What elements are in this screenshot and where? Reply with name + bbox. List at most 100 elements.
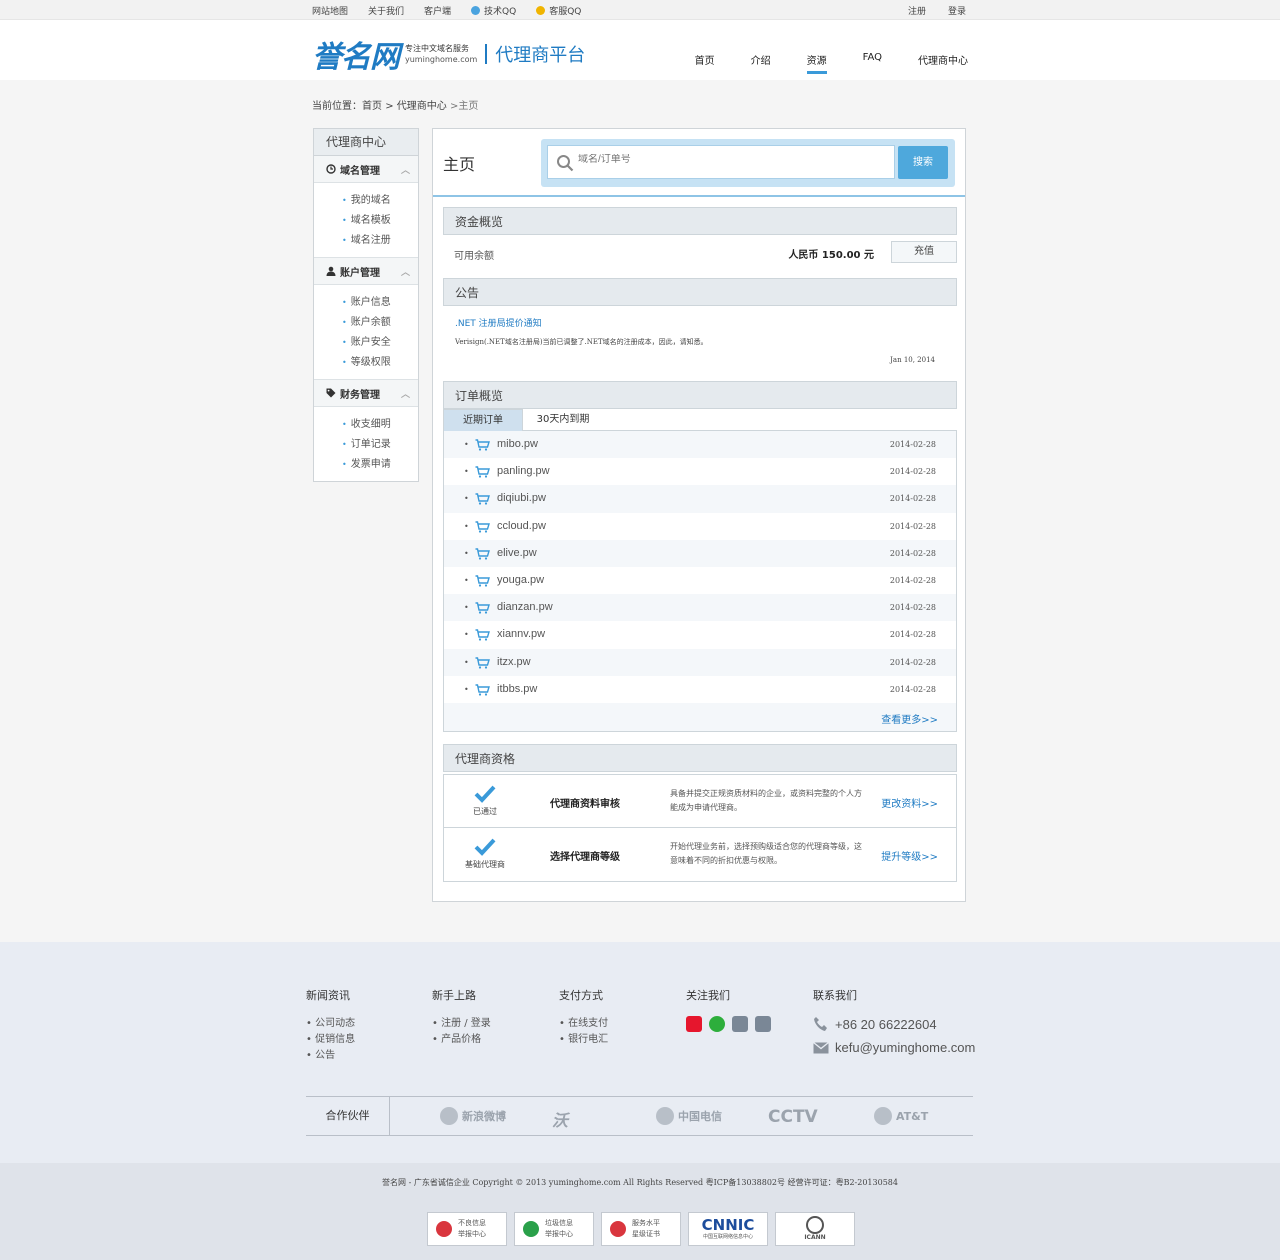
partner-sina-weibo[interactable]: 新浪微博 xyxy=(440,1107,506,1125)
recharge-button[interactable]: 充值 xyxy=(891,241,957,263)
qq-icon xyxy=(471,5,481,15)
footer-link[interactable]: 产品价格 xyxy=(432,1032,491,1048)
sidebar-item-domain-register[interactable]: 域名注册 xyxy=(342,231,418,251)
sidebar-item-my-domains[interactable]: 我的域名 xyxy=(342,191,418,211)
breadcrumb-center[interactable]: 代理商中心 xyxy=(397,101,447,112)
slogan: 专注中文域名服务 yuminghome.com xyxy=(405,44,478,64)
nav-resources[interactable]: 资源 xyxy=(806,52,827,74)
sidebar-item-account-info[interactable]: 账户信息 xyxy=(342,293,418,313)
order-domain[interactable]: xiannv.pw xyxy=(497,628,545,640)
order-row[interactable]: • xiannv.pw 2014-02-28 xyxy=(444,621,956,648)
about-link[interactable]: 关于我们 xyxy=(368,4,404,17)
sidebar-item-account-balance[interactable]: 账户余额 xyxy=(342,313,418,333)
order-row[interactable]: • dianzan.pw 2014-02-28 xyxy=(444,594,956,622)
sidebar-item-domain-template[interactable]: 域名模板 xyxy=(342,211,418,231)
order-row[interactable]: • youga.pw 2014-02-28 xyxy=(444,567,956,594)
bullet: • xyxy=(464,521,469,531)
order-domain[interactable]: mibo.pw xyxy=(497,438,538,450)
edit-info-link[interactable]: 更改资料>> xyxy=(881,795,938,810)
weibo-icon[interactable] xyxy=(686,1016,702,1032)
qualification-desc: 开始代理业务前，选择预购级适合您的代理商等级，这意味着不同的折扣优惠与权限。 xyxy=(670,842,862,865)
order-domain[interactable]: dianzan.pw xyxy=(497,601,553,613)
qualification-title: 代理商资格 xyxy=(443,744,957,772)
footer-link[interactable]: 银行电汇 xyxy=(559,1032,608,1048)
logo[interactable]: 誉名网 专注中文域名服务 yuminghome.com 代理商平台 xyxy=(312,32,585,76)
partner-unicom[interactable]: 沃 xyxy=(552,1107,568,1131)
footer-col-news: 新闻资讯 公司动态 促销信息 公告 xyxy=(306,987,355,1064)
register-link[interactable]: 注册 xyxy=(908,4,926,17)
sidebar-item-order-record[interactable]: 订单记录 xyxy=(342,435,418,455)
order-date: 2014-02-28 xyxy=(889,494,936,504)
badge-icann[interactable]: ICANN xyxy=(775,1212,855,1246)
nav-home[interactable]: 首页 xyxy=(695,52,715,74)
order-row[interactable]: • panling.pw 2014-02-28 xyxy=(444,458,956,485)
order-domain[interactable]: elive.pw xyxy=(497,547,537,559)
view-more-link[interactable]: 查看更多>> xyxy=(881,711,938,726)
tech-qq-link[interactable]: 技术QQ xyxy=(471,4,516,17)
badge-service-level[interactable]: 服务水平 星级证书 xyxy=(601,1212,681,1246)
order-domain[interactable]: itbbs.pw xyxy=(497,683,537,695)
order-domain[interactable]: ccloud.pw xyxy=(497,520,546,532)
notice-link[interactable]: .NET 注册局提价通知 xyxy=(455,316,945,329)
order-domain[interactable]: diqiubi.pw xyxy=(497,492,546,504)
partner-cctv[interactable]: CCTV xyxy=(768,1107,818,1127)
cart-icon xyxy=(475,683,490,696)
client-link[interactable]: 客户端 xyxy=(424,4,451,17)
order-row[interactable]: • elive.pw 2014-02-28 xyxy=(444,539,956,567)
att-globe-icon xyxy=(874,1107,892,1125)
tab-expiring-30[interactable]: 30天内到期 xyxy=(523,409,603,431)
sidebar-group-domain[interactable]: 域名管理 ︿ xyxy=(314,156,418,183)
twitter-icon[interactable] xyxy=(732,1016,748,1032)
order-domain[interactable]: itzx.pw xyxy=(497,656,531,668)
partner-china-telecom[interactable]: 中国电信 xyxy=(656,1107,722,1125)
order-row[interactable]: • itbbs.pw 2014-02-28 xyxy=(444,676,956,703)
notice-section: 公告 .NET 注册局提价通知 Verisign(.NET域名注册局)当前已调整… xyxy=(443,278,957,380)
funds-section: 资金概览 可用余额 人民币 150.00 元 充值 xyxy=(443,207,957,269)
footer-link[interactable]: 公告 xyxy=(306,1048,355,1064)
sitemap-link[interactable]: 网站地图 xyxy=(312,4,348,17)
search-button[interactable]: 搜索 xyxy=(898,146,948,179)
badge-bad-info-report[interactable]: 不良信息 举报中心 xyxy=(427,1212,507,1246)
sidebar-item-account-security[interactable]: 账户安全 xyxy=(342,333,418,353)
sidebar-item-income-detail[interactable]: 收支细明 xyxy=(342,415,418,435)
order-row[interactable]: • ccloud.pw 2014-02-28 xyxy=(444,513,956,540)
qualification-section: 代理商资格 已通过 代理商资料审核 具备并提交正规资质材料的企业，或资料完整的个… xyxy=(443,744,957,882)
footer-link[interactable]: 促销信息 xyxy=(306,1032,355,1048)
funds-title: 资金概览 xyxy=(443,207,957,235)
nav-faq[interactable]: FAQ xyxy=(863,52,882,74)
order-date: 2014-02-28 xyxy=(889,467,936,477)
sidebar-group-account[interactable]: 账户管理 ︿ xyxy=(314,258,418,285)
order-row[interactable]: • itzx.pw 2014-02-28 xyxy=(444,648,956,676)
partner-att[interactable]: AT&T xyxy=(874,1107,928,1125)
login-link[interactable]: 登录 xyxy=(948,4,966,17)
badge-cnnic[interactable]: CNNIC 中国互联网络信息中心 xyxy=(688,1212,768,1246)
contact-email[interactable]: kefu@yuminghome.com xyxy=(835,1040,975,1055)
footer-link[interactable]: 在线支付 xyxy=(559,1016,608,1032)
footer-link[interactable]: 注册 / 登录 xyxy=(432,1016,491,1032)
nav-intro[interactable]: 介绍 xyxy=(751,52,771,74)
badge-spam-report[interactable]: 垃圾信息 举报中心 xyxy=(514,1212,594,1246)
qualification-name: 代理商资料审核 xyxy=(550,799,620,810)
cart-icon xyxy=(475,520,490,533)
search-input[interactable] xyxy=(578,154,878,165)
sidebar-group-finance[interactable]: 财务管理 ︿ xyxy=(314,380,418,407)
order-row[interactable]: • mibo.pw 2014-02-28 xyxy=(444,431,956,459)
breadcrumb-home[interactable]: 首页 xyxy=(362,101,382,112)
sidebar-item-invoice[interactable]: 发票申请 xyxy=(342,455,418,475)
order-date: 2014-02-28 xyxy=(889,440,936,449)
tag-icon xyxy=(326,388,336,398)
upgrade-level-link[interactable]: 提升等级>> xyxy=(881,848,938,863)
order-row[interactable]: • diqiubi.pw 2014-02-28 xyxy=(444,485,956,513)
tab-recent-orders[interactable]: 近期订单 xyxy=(443,409,523,431)
header: 誉名网 专注中文域名服务 yuminghome.com 代理商平台 首页 介绍 … xyxy=(0,20,1280,80)
wechat-icon[interactable] xyxy=(709,1016,725,1032)
nav-agent-center[interactable]: 代理商中心 xyxy=(918,52,968,74)
footer-link[interactable]: 公司动态 xyxy=(306,1016,355,1032)
service-qq-link[interactable]: 客服QQ xyxy=(536,4,581,17)
order-domain[interactable]: panling.pw xyxy=(497,465,550,477)
sidebar-item-level[interactable]: 等级权限 xyxy=(342,353,418,373)
order-domain[interactable]: youga.pw xyxy=(497,574,544,586)
check-icon xyxy=(474,785,496,803)
facebook-icon[interactable] xyxy=(755,1016,771,1032)
chevron-right-icon: > xyxy=(385,101,397,112)
